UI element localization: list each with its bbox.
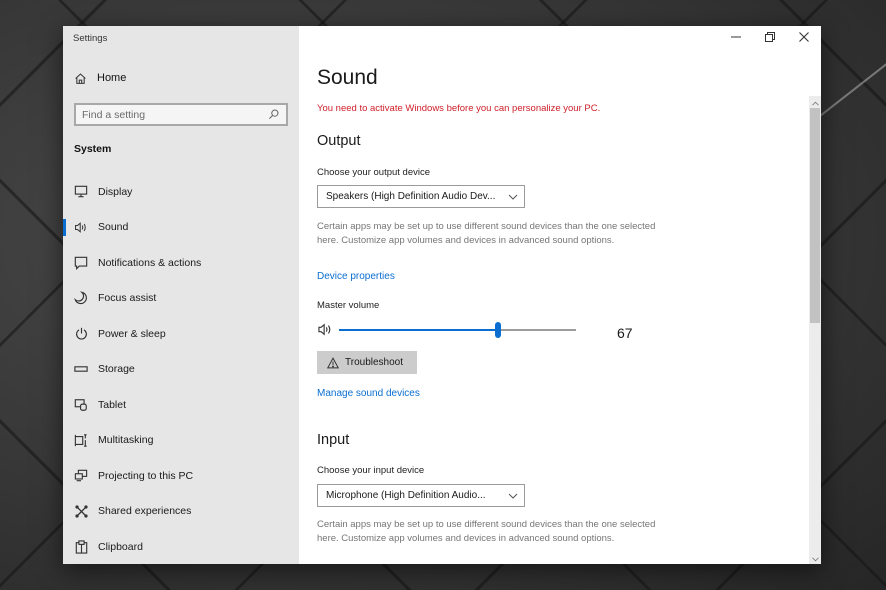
sidebar-item-label: Storage bbox=[98, 363, 135, 376]
sidebar-item-label: Display bbox=[98, 185, 133, 198]
speaker-icon bbox=[74, 220, 88, 234]
close-icon bbox=[799, 29, 809, 47]
sidebar-item-sound[interactable]: Sound bbox=[63, 210, 299, 246]
sidebar-item-label: Focus assist bbox=[98, 292, 157, 305]
troubleshoot-label: Troubleshoot bbox=[345, 357, 403, 368]
scrollbar-thumb[interactable] bbox=[810, 108, 820, 323]
sidebar-item-clipboard[interactable]: Clipboard bbox=[63, 529, 299, 564]
section-label-system: System bbox=[74, 143, 112, 155]
sidebar-item-storage[interactable]: Storage bbox=[63, 352, 299, 388]
sidebar-nav: Display Sound Notifications & actions Fo… bbox=[63, 174, 299, 564]
output-device-label: Choose your output device bbox=[317, 167, 431, 178]
master-volume-slider[interactable] bbox=[339, 322, 576, 338]
tablet-icon bbox=[74, 398, 88, 412]
sidebar-item-label: Projecting to this PC bbox=[98, 469, 194, 482]
sidebar-item-power-sleep[interactable]: Power & sleep bbox=[63, 316, 299, 352]
sidebar-item-label: Multitasking bbox=[98, 434, 154, 447]
chevron-down-icon bbox=[811, 549, 819, 564]
speaker-icon[interactable] bbox=[317, 323, 333, 337]
sidebar-item-tablet[interactable]: Tablet bbox=[63, 387, 299, 423]
home-icon bbox=[73, 71, 87, 85]
input-description: Certain apps may be set up to use differ… bbox=[317, 519, 656, 544]
slider-thumb[interactable] bbox=[494, 322, 501, 338]
app-title: Settings bbox=[73, 33, 108, 44]
sidebar-item-shared-experiences[interactable]: Shared experiences bbox=[63, 494, 299, 530]
sidebar-item-display[interactable]: Display bbox=[63, 174, 299, 210]
search-input[interactable] bbox=[82, 108, 268, 121]
chevron-down-icon bbox=[508, 192, 518, 202]
sidebar-item-label: Clipboard bbox=[98, 540, 143, 553]
master-volume-row bbox=[317, 322, 647, 338]
activation-warning: You need to activate Windows before you … bbox=[317, 103, 601, 114]
search-icon[interactable] bbox=[268, 109, 280, 121]
input-heading: Input bbox=[317, 432, 350, 448]
volume-value: 67 bbox=[617, 325, 633, 341]
input-device-selected: Microphone (High Definition Audio... bbox=[326, 490, 486, 501]
clipboard-icon bbox=[74, 540, 88, 554]
close-button[interactable] bbox=[787, 26, 821, 50]
sidebar-item-multitasking[interactable]: Multitasking bbox=[63, 423, 299, 459]
chevron-down-icon bbox=[508, 491, 518, 501]
home-label: Home bbox=[97, 72, 127, 84]
search-box[interactable] bbox=[74, 103, 288, 126]
multitasking-icon bbox=[74, 433, 88, 447]
moon-icon bbox=[74, 291, 88, 305]
scroll-up-button[interactable] bbox=[809, 96, 821, 108]
sidebar: Settings Home System Display bbox=[63, 26, 299, 564]
input-device-dropdown[interactable]: Microphone (High Definition Audio... bbox=[317, 484, 525, 507]
power-icon bbox=[74, 327, 88, 341]
sidebar-item-label: Tablet bbox=[98, 398, 127, 411]
display-icon bbox=[74, 185, 88, 199]
restore-icon bbox=[765, 29, 775, 47]
sidebar-item-notifications[interactable]: Notifications & actions bbox=[63, 245, 299, 281]
settings-window: Settings Home System Display bbox=[63, 26, 821, 564]
minimize-button[interactable] bbox=[719, 26, 753, 50]
scroll-down-button[interactable] bbox=[809, 552, 821, 564]
sidebar-item-label: Power & sleep bbox=[98, 327, 166, 340]
warning-icon bbox=[327, 356, 339, 369]
restore-button[interactable] bbox=[753, 26, 787, 50]
sidebar-item-label: Shared experiences bbox=[98, 505, 192, 518]
output-device-dropdown[interactable]: Speakers (High Definition Audio Dev... bbox=[317, 185, 525, 208]
sidebar-item-projecting[interactable]: Projecting to this PC bbox=[63, 458, 299, 494]
notification-icon bbox=[74, 256, 88, 270]
sidebar-item-label: Notifications & actions bbox=[98, 256, 202, 269]
output-description: Certain apps may be set up to use differ… bbox=[317, 221, 656, 246]
manage-sound-devices-link[interactable]: Manage sound devices bbox=[317, 388, 420, 399]
device-properties-link[interactable]: Device properties bbox=[317, 271, 395, 282]
sidebar-item-focus-assist[interactable]: Focus assist bbox=[63, 281, 299, 317]
slider-fill bbox=[339, 329, 498, 331]
output-heading: Output bbox=[317, 133, 361, 149]
master-volume-label: Master volume bbox=[317, 300, 380, 311]
output-device-selected: Speakers (High Definition Audio Dev... bbox=[326, 191, 496, 202]
minimize-icon bbox=[731, 29, 741, 47]
window-controls bbox=[719, 26, 821, 50]
projecting-icon bbox=[74, 469, 88, 483]
troubleshoot-button[interactable]: Troubleshoot bbox=[317, 351, 417, 374]
vertical-scrollbar[interactable] bbox=[809, 96, 821, 564]
page-title: Sound bbox=[317, 66, 378, 89]
main-content: Sound You need to activate Windows befor… bbox=[299, 26, 821, 564]
storage-icon bbox=[74, 362, 88, 376]
sidebar-item-label: Sound bbox=[98, 221, 129, 234]
shared-experiences-icon bbox=[74, 504, 88, 518]
input-device-label: Choose your input device bbox=[317, 465, 425, 476]
sidebar-home[interactable]: Home bbox=[73, 71, 126, 85]
